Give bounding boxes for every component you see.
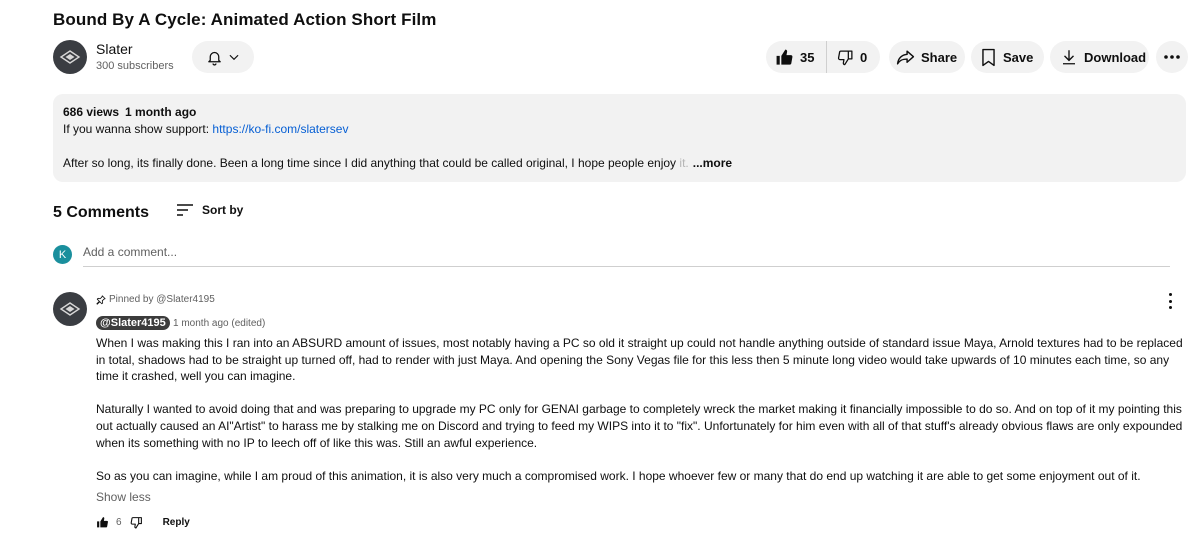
upload-date: 1 month ago [125, 105, 197, 119]
chevron-down-icon [229, 54, 238, 61]
thumb-down-icon[interactable] [130, 516, 143, 529]
dislike-count: 0 [860, 49, 868, 65]
thumb-up-icon [776, 49, 793, 65]
description-box[interactable]: 686 views 1 month ago If you wanna show s… [53, 94, 1186, 182]
like-dislike-group: 35 0 [766, 41, 880, 73]
like-count: 35 [800, 49, 815, 65]
bookmark-icon [982, 48, 995, 66]
comment-menu-button[interactable] [1167, 293, 1173, 309]
more-vertical-icon [1168, 299, 1172, 303]
thumb-up-icon[interactable] [96, 516, 109, 529]
support-prefix: If you wanna show support: [63, 122, 213, 136]
more-vertical-icon [1168, 306, 1172, 309]
dislike-button[interactable]: 0 [827, 49, 867, 66]
notification-button[interactable] [192, 41, 254, 73]
show-less-button[interactable]: Show less [96, 490, 151, 504]
channel-logo-icon [59, 302, 81, 316]
add-comment-input[interactable]: Add a comment... [83, 245, 1170, 267]
description-meta: 686 views 1 month ago [63, 105, 202, 119]
channel-logo-icon [59, 50, 81, 64]
download-icon [1063, 50, 1075, 65]
support-link[interactable]: https://ko-fi.com/slatersev [212, 122, 348, 136]
comment-paragraph: So as you can imagine, while I am proud … [96, 468, 1141, 483]
thumb-down-icon [837, 49, 853, 65]
channel-name[interactable]: Slater [96, 41, 133, 57]
bell-icon [207, 51, 221, 66]
description-text: After so long, its finally done. Been a … [63, 156, 732, 170]
reply-button[interactable]: Reply [163, 517, 190, 528]
more-vertical-icon [1168, 293, 1172, 296]
comments-count: 5 Comments [53, 204, 150, 221]
comment-author[interactable]: @Slater4195 [96, 316, 170, 330]
user-avatar: K [53, 245, 72, 264]
view-count: 686 views [63, 105, 120, 119]
sort-icon [177, 204, 193, 216]
pinned-label: Pinned by @Slater4195 [96, 294, 215, 305]
download-button[interactable]: Download [1050, 41, 1149, 73]
comment-author-avatar[interactable] [53, 292, 87, 326]
comment-time[interactable]: 1 month ago (edited) [173, 318, 265, 329]
more-horizontal-icon [1164, 55, 1180, 59]
comment-like-count: 6 [116, 517, 122, 528]
support-line: If you wanna show support: https://ko-fi… [63, 122, 348, 136]
pin-icon [96, 294, 106, 305]
comment-actions: 6 Reply [96, 516, 190, 529]
description-text-faded: it. [679, 156, 689, 170]
like-button[interactable]: 35 [766, 41, 827, 73]
save-label: Save [1003, 49, 1034, 65]
save-button[interactable]: Save [971, 41, 1044, 73]
video-title: Bound By A Cycle: Animated Action Short … [53, 10, 437, 29]
sort-by-button[interactable]: Sort by [176, 203, 243, 217]
sort-by-label: Sort by [202, 203, 244, 217]
comment-body: When I was making this I ran into an ABS… [96, 335, 1186, 484]
share-button[interactable]: Share [889, 41, 965, 73]
channel-avatar[interactable] [53, 40, 87, 74]
more-actions-button[interactable] [1156, 41, 1188, 73]
download-label: Download [1084, 49, 1147, 65]
share-icon [896, 49, 915, 65]
comment-paragraph: When I was making this I ran into an ABS… [96, 336, 1183, 384]
description-text-main: After so long, its finally done. Been a … [63, 156, 680, 170]
share-label: Share [921, 49, 958, 65]
comment-paragraph: Naturally I wanted to avoid doing that a… [96, 402, 1183, 450]
pinned-text: Pinned by @Slater4195 [109, 294, 215, 305]
channel-row: Slater 300 subscribers 35 0 Share Save D… [53, 40, 1190, 74]
subscriber-count: 300 subscribers [96, 60, 174, 72]
description-more-button[interactable]: ...more [693, 156, 732, 170]
